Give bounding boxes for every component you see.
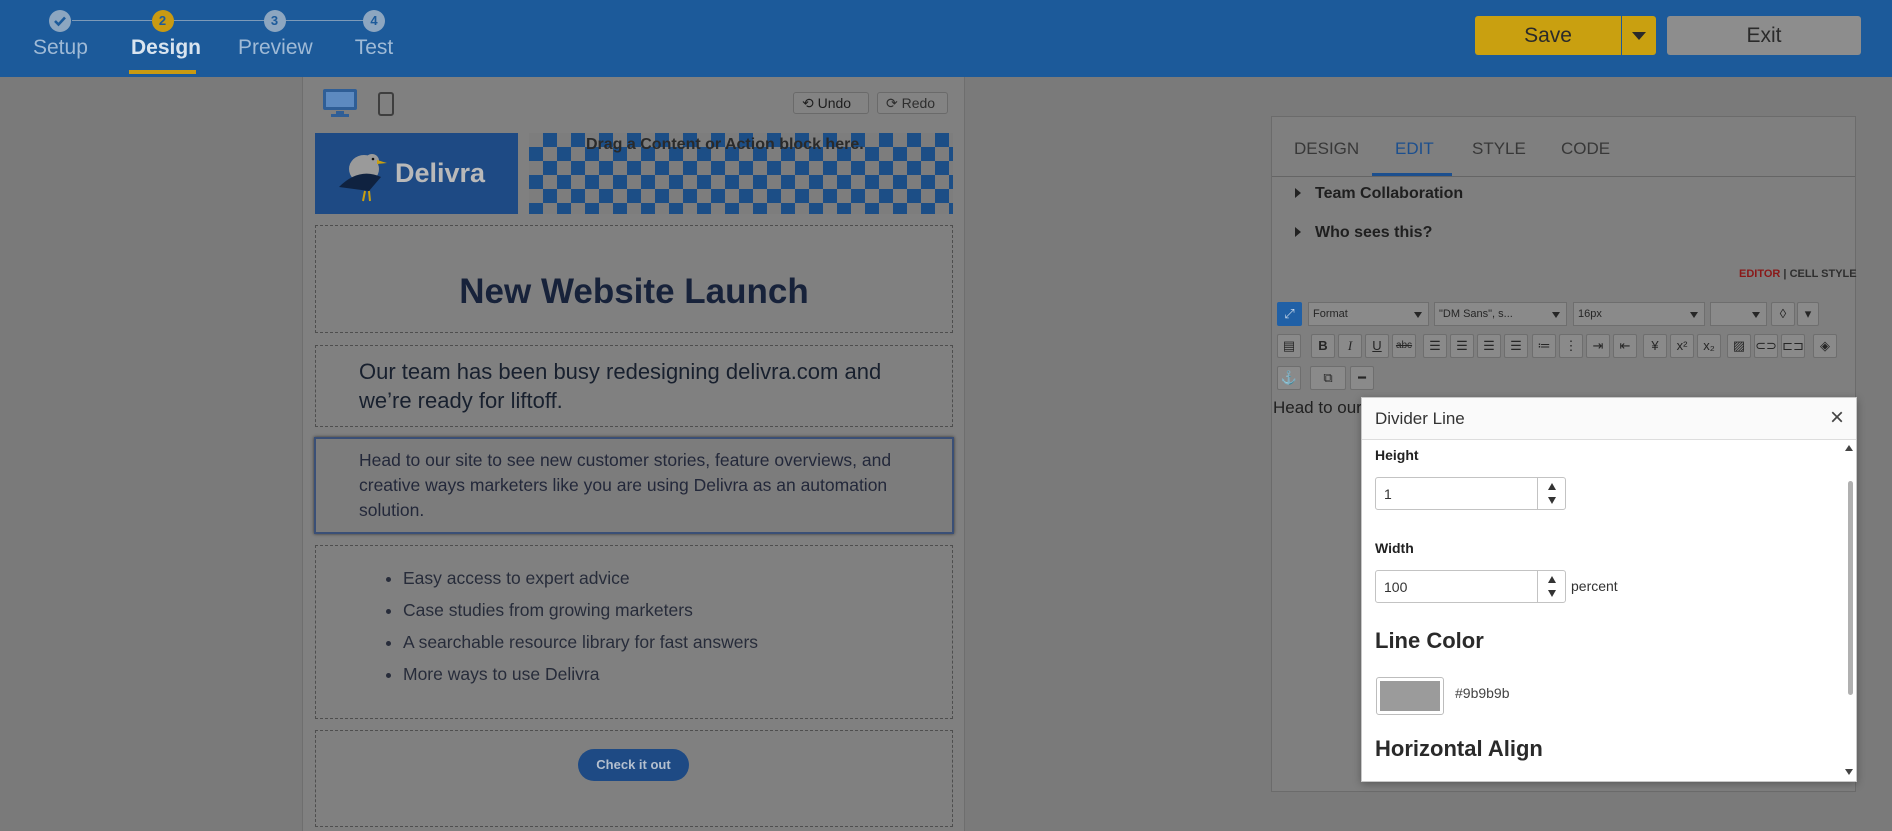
list-item: Easy access to expert advice <box>403 566 758 598</box>
numbered-list-icon[interactable]: ⋮ <box>1559 334 1583 358</box>
strikethrough-icon[interactable]: abc <box>1392 334 1416 358</box>
style-select[interactable] <box>1710 302 1767 326</box>
exit-button[interactable]: Exit <box>1667 16 1861 55</box>
width-label: Width <box>1375 540 1414 556</box>
seagull-logo-icon <box>339 154 387 202</box>
list-item: Case studies from growing marketers <box>403 598 758 630</box>
font-family-select[interactable]: "DM Sans", s... <box>1434 302 1567 326</box>
accordion-label: Team Collaboration <box>1315 185 1464 202</box>
close-icon[interactable]: × <box>1830 404 1844 432</box>
dialog-header: Divider Line × <box>1362 398 1856 440</box>
dialog-title: Divider Line <box>1375 409 1465 428</box>
bulleted-list-icon[interactable]: ≔ <box>1532 334 1556 358</box>
align-justify-icon[interactable]: ☰ <box>1504 334 1528 358</box>
line-color-swatch[interactable] <box>1376 677 1444 715</box>
drop-zone-hint: Drag a Content or Action block here. <box>586 136 864 153</box>
align-right-icon[interactable]: ☰ <box>1477 334 1501 358</box>
step-label: Design <box>131 36 202 59</box>
anchor-icon[interactable]: ⚓ <box>1277 366 1301 390</box>
editor-link[interactable]: EDITOR <box>1739 268 1780 280</box>
align-center-icon[interactable]: ☰ <box>1450 334 1474 358</box>
tab-style[interactable]: STYLE <box>1472 139 1526 159</box>
line-color-hex: #9b9b9b <box>1455 685 1510 701</box>
step-number: 3 <box>263 10 286 32</box>
cell-style-link[interactable]: CELL STYLE <box>1790 268 1857 280</box>
accordion-label: Who sees this? <box>1315 224 1433 241</box>
step-number: 4 <box>363 10 385 32</box>
width-unit: percent <box>1571 578 1618 594</box>
headline-text: New Website Launch <box>459 272 809 311</box>
accordion-team-collaboration[interactable]: Team Collaboration <box>1295 185 1463 203</box>
mobile-view-icon[interactable] <box>378 92 394 116</box>
swatch-fill <box>1380 681 1440 711</box>
outdent-icon[interactable]: ⇤ <box>1613 334 1637 358</box>
undo-icon: ⟲ <box>802 95 814 111</box>
font-size-select[interactable]: 16px <box>1573 302 1705 326</box>
indent-icon[interactable]: ⇥ <box>1586 334 1610 358</box>
step-design[interactable]: 2 Design <box>129 10 202 74</box>
image-icon[interactable]: ▨ <box>1727 334 1751 358</box>
save-options-dropdown[interactable] <box>1622 16 1656 55</box>
step-label: Preview <box>238 36 313 59</box>
step-setup[interactable]: Setup <box>33 10 88 60</box>
bullet-list: Easy access to expert advice Case studie… <box>403 566 758 694</box>
undo-label: Undo <box>817 95 852 111</box>
superscript-icon[interactable]: x² <box>1670 334 1694 358</box>
body-text: Head to our site to see new customer sto… <box>359 450 892 520</box>
text-color-dropdown-icon[interactable]: ▾ <box>1797 302 1819 326</box>
redo-label: Redo <box>901 95 936 111</box>
tag-icon[interactable]: ◈ <box>1813 334 1837 358</box>
height-stepper-icon[interactable] <box>1537 478 1565 509</box>
save-button[interactable]: Save <box>1475 16 1621 55</box>
redo-icon: ⟳ <box>886 95 898 111</box>
scroll-down-icon[interactable] <box>1845 769 1853 775</box>
step-number: 2 <box>151 10 174 32</box>
italic-icon[interactable]: I <box>1338 334 1362 358</box>
line-color-heading: Line Color <box>1375 628 1484 653</box>
editor-cell-style-toggle: EDITOR | CELL STYLE <box>1739 268 1857 280</box>
horizontal-line-icon[interactable]: ━ <box>1350 366 1374 390</box>
check-it-out-button[interactable]: Check it out <box>578 749 689 781</box>
format-select[interactable]: Format <box>1308 302 1429 326</box>
step-test[interactable]: 4 Test <box>354 10 394 60</box>
scroll-thumb[interactable] <box>1848 481 1853 695</box>
step-label: Test <box>354 36 394 59</box>
check-icon <box>49 10 71 32</box>
top-bar: Setup 2 Design 3 Preview 4 Test Save Exi… <box>0 0 1892 77</box>
caret-right-icon <box>1295 227 1301 237</box>
list-item: More ways to use Delivra <box>403 662 758 694</box>
special-block-icon[interactable]: ⧉ <box>1310 366 1346 390</box>
editor-preview-text[interactable]: Head to our site to see new customer sto… <box>1273 397 1363 419</box>
scroll-up-icon[interactable] <box>1845 445 1853 451</box>
desktop-view-icon[interactable] <box>322 88 358 118</box>
step-preview[interactable]: 3 Preview <box>238 10 313 60</box>
subscript-icon[interactable]: x₂ <box>1697 334 1721 358</box>
tab-edit[interactable]: EDIT <box>1395 139 1434 159</box>
step-label: Setup <box>33 36 88 59</box>
intro-text: Our team has been busy redesigning deliv… <box>359 359 882 413</box>
caret-right-icon <box>1295 188 1301 198</box>
horizontal-align-heading: Horizontal Align <box>1375 736 1543 761</box>
undo-button[interactable]: ⟲ Undo <box>793 92 869 114</box>
tab-design[interactable]: DESIGN <box>1294 139 1359 159</box>
redo-button[interactable]: ⟳ Redo <box>877 92 948 114</box>
height-label: Height <box>1375 447 1419 463</box>
tabs-divider <box>1272 176 1855 177</box>
paste-icon[interactable]: ▤ <box>1277 334 1301 358</box>
logo-text: Delivra <box>395 158 486 188</box>
divider-line-dialog: Divider Line × Height Width percent Line… <box>1361 397 1857 782</box>
list-item: A searchable resource library for fast a… <box>403 630 758 662</box>
link-icon[interactable]: ⊂⊃ <box>1754 334 1778 358</box>
bold-icon[interactable]: B <box>1311 334 1335 358</box>
text-color-icon[interactable]: ◊ <box>1771 302 1795 326</box>
unlink-icon[interactable]: ⊏⊐ <box>1781 334 1805 358</box>
tab-code[interactable]: CODE <box>1561 139 1610 159</box>
expand-icon[interactable]: ⤢ <box>1277 302 1302 326</box>
align-left-icon[interactable]: ☰ <box>1423 334 1447 358</box>
currency-icon[interactable]: ¥ <box>1643 334 1667 358</box>
underline-icon[interactable]: U <box>1365 334 1389 358</box>
width-stepper-icon[interactable] <box>1537 571 1565 602</box>
accordion-who-sees-this[interactable]: Who sees this? <box>1295 224 1432 242</box>
